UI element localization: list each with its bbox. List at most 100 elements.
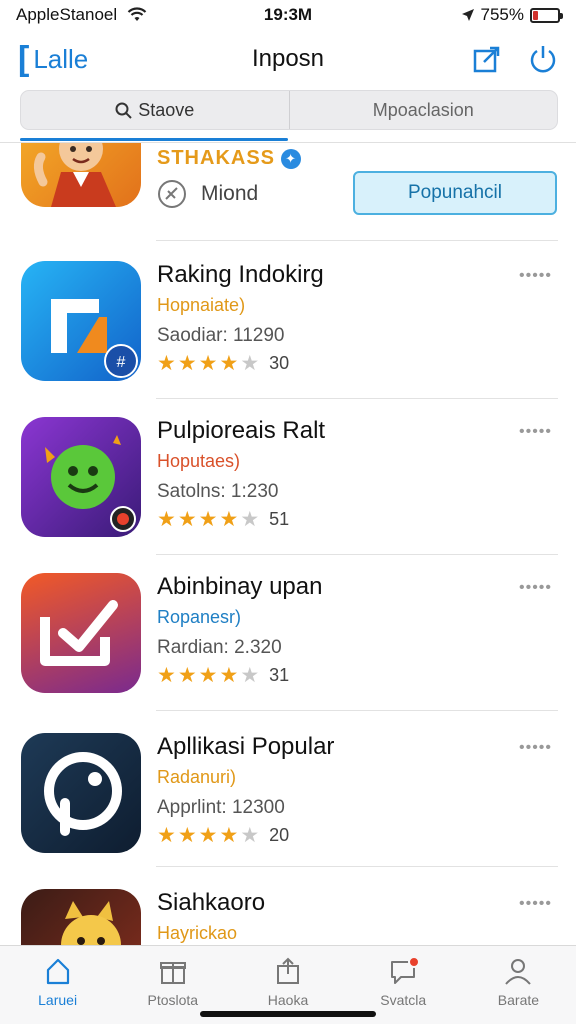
app-subtitle: Ropanesr): [157, 607, 242, 627]
app-icon-orange: [21, 573, 141, 693]
back-label: Lalle: [33, 43, 89, 74]
app-name: Pulpioreais Ralt: [157, 417, 326, 444]
share-icon[interactable]: [472, 44, 502, 74]
search-icon: [115, 102, 132, 119]
featured-app-icon: [21, 143, 141, 207]
app-subtitle: Hayrickao: [157, 923, 238, 943]
star-filled-icon: ★: [198, 508, 218, 531]
app-list: STHAKASS ✦ Miond Popunahcil # Raking Ind…: [0, 143, 576, 945]
featured-app-name: STHAKASS ✦: [157, 147, 302, 170]
star-filled-icon: ★: [198, 352, 218, 375]
verified-badge-icon: ✦: [281, 148, 302, 169]
more-options-icon[interactable]: •••••: [519, 423, 552, 441]
tab-label: Laruei: [38, 992, 78, 1008]
tab-home[interactable]: Laruei: [0, 946, 115, 1024]
app-name: Abinbinay upan: [157, 573, 323, 600]
rating: ★ ★ ★ ★ ★ 20: [157, 825, 289, 846]
more-options-icon[interactable]: •••••: [519, 739, 552, 757]
star-filled-icon: ★: [219, 824, 239, 847]
power-icon[interactable]: [528, 44, 558, 74]
star-filled-icon: ★: [177, 664, 197, 687]
svg-text:#: #: [117, 354, 126, 371]
more-options-icon[interactable]: •••••: [519, 579, 552, 597]
segment-search-label: Staove: [138, 99, 195, 120]
app-subtitle: Radanuri): [157, 767, 237, 787]
app-name: Siahkaoro: [157, 889, 266, 916]
nav-bar: [ Lalle Inposn: [0, 34, 576, 84]
green-monster-icon: [45, 435, 136, 532]
segment-indicator: [20, 138, 288, 141]
tab-label: Haoka: [267, 992, 309, 1008]
notification-badge: [407, 956, 420, 968]
cat-character-icon: [61, 901, 121, 945]
star-filled-icon: ★: [157, 824, 176, 847]
link-icon: [158, 180, 186, 208]
cartoon-character-icon: [33, 143, 116, 207]
rating: ★ ★ ★ ★ ★ 51: [157, 509, 289, 530]
star-filled-icon: ★: [198, 664, 218, 687]
star-filled-icon: ★: [219, 352, 239, 375]
app-subtitle: Hopnaiate): [157, 295, 246, 315]
star-filled-icon: ★: [219, 664, 239, 687]
segment-application-label: Mpoaclasion: [372, 99, 474, 120]
rating-count: 51: [269, 509, 290, 529]
battery-level: [533, 10, 538, 20]
app-icon-blue: #: [21, 261, 141, 381]
nav-actions: [472, 44, 558, 74]
app-meta: Satolns: 1:230: [157, 481, 279, 502]
circle-logo-icon: [44, 752, 122, 836]
app-icon-purple: [21, 417, 141, 537]
segmented-control: Staove Mpoaclasion: [20, 90, 558, 130]
list-item-featured[interactable]: STHAKASS ✦ Miond Popunahcil: [0, 143, 576, 241]
row-divider: [156, 866, 558, 867]
list-item[interactable]: # Raking Indokirg Hopnaiate) Saodiar: 11…: [0, 241, 576, 399]
more-options-icon[interactable]: •••••: [519, 267, 552, 285]
star-filled-icon: ★: [219, 508, 239, 531]
app-icon-dark: [21, 889, 141, 945]
more-options-icon[interactable]: •••••: [519, 895, 552, 913]
star-filled-icon: ★: [157, 664, 176, 687]
featured-app-name-text: STHAKASS: [157, 147, 276, 169]
tab-label: Svatcla: [380, 992, 427, 1008]
share-box-icon: [277, 957, 299, 984]
home-icon: [46, 958, 69, 985]
home-indicator: [200, 1011, 376, 1017]
battery-icon: [530, 7, 563, 23]
back-button[interactable]: [ Lalle: [18, 42, 88, 76]
person-icon: [505, 959, 532, 985]
app-meta: Saodiar: 11290: [157, 325, 285, 346]
rating: ★ ★ ★ ★ ★ 31: [157, 665, 289, 686]
app-meta: Rardian: 2.320: [157, 637, 282, 658]
app-name: Apllikasi Popular: [157, 733, 335, 760]
star-empty-icon: ★: [240, 664, 260, 687]
segment-search[interactable]: Staove: [21, 91, 289, 129]
rating-count: 20: [269, 825, 290, 845]
back-bracket-icon: [: [18, 40, 30, 78]
gift-icon: [159, 962, 186, 984]
app-icon-navy: [21, 733, 141, 853]
list-item[interactable]: Abinbinay upan Ropanesr) Rardian: 2.320 …: [0, 553, 576, 711]
rating-count: 31: [269, 665, 290, 685]
featured-app-meta-label: Miond: [201, 182, 259, 205]
star-filled-icon: ★: [198, 824, 218, 847]
app-name: Raking Indokirg: [157, 261, 324, 288]
star-filled-icon: ★: [177, 352, 197, 375]
get-button[interactable]: Popunahcil: [353, 171, 557, 215]
star-filled-icon: ★: [157, 352, 176, 375]
list-item[interactable]: Apllikasi Popular Radanuri) Apprlint: 12…: [0, 709, 576, 867]
status-bar: AppleStanoel 19:3M 755%: [0, 0, 576, 30]
star-empty-icon: ★: [240, 824, 260, 847]
list-item[interactable]: Pulpioreais Ralt Hoputaes) Satolns: 1:23…: [0, 397, 576, 555]
app-logo-a-icon: #: [51, 299, 138, 378]
checkbox-logo-icon: [40, 600, 118, 666]
segment-application[interactable]: Mpoaclasion: [288, 91, 558, 129]
list-item[interactable]: Siahkaoro Hayrickao •••••: [0, 869, 576, 945]
rating-count: 30: [269, 353, 290, 373]
tab-profile[interactable]: Barate: [461, 946, 576, 1024]
rating: ★ ★ ★ ★ ★ 30: [157, 353, 289, 374]
app-subtitle: Hoputaes): [157, 451, 241, 471]
star-empty-icon: ★: [240, 508, 260, 531]
app-meta: Apprlint: 12300: [157, 797, 285, 818]
featured-app-meta: Miond: [157, 179, 258, 209]
star-empty-icon: ★: [240, 352, 260, 375]
